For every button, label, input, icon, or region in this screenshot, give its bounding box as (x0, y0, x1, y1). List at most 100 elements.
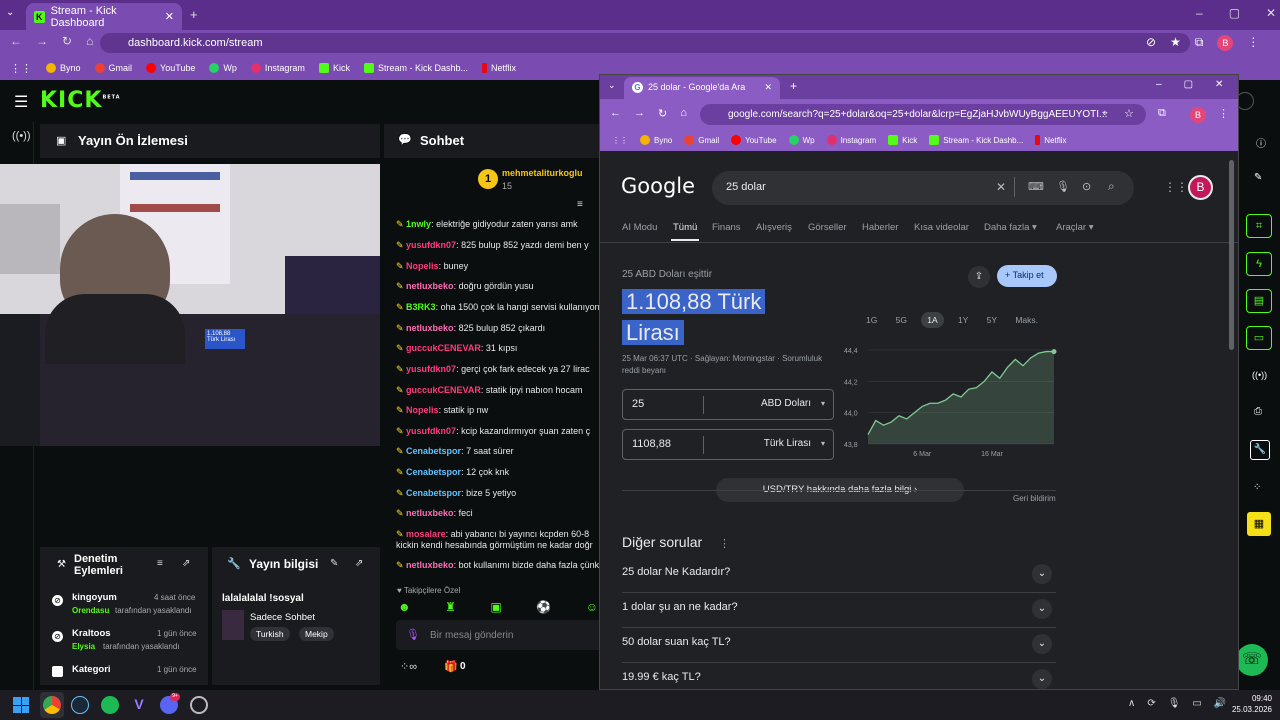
clock[interactable]: 09:40 25.03.2026 (1228, 693, 1272, 715)
tab-shopping[interactable]: Alışveriş (756, 222, 792, 233)
info-icon[interactable]: ⓘ (1256, 135, 1266, 150)
close-tab-icon[interactable]: ✕ (764, 82, 772, 93)
chat-username[interactable]: netluxbeko (406, 508, 454, 518)
profile-avatar[interactable]: B (1190, 107, 1206, 123)
clip-icon[interactable]: ⌗ (1246, 214, 1272, 238)
search-input[interactable]: 25 dolar (712, 171, 1134, 205)
vscode-icon[interactable]: V (130, 696, 148, 714)
chat-username[interactable]: netluxbeko (406, 560, 454, 570)
popout-icon[interactable]: ⇗ (355, 558, 363, 569)
tab-short-videos[interactable]: Kısa videolar (914, 222, 969, 233)
range-1m[interactable]: 1A (921, 312, 944, 328)
broadcast-icon[interactable]: ((•)) (1252, 370, 1267, 380)
tab-finance[interactable]: Finans (712, 222, 741, 233)
bookmark-gmail[interactable]: Gmail (94, 63, 132, 73)
maximize-icon[interactable]: ▢ (1184, 79, 1193, 90)
steam-icon[interactable] (71, 696, 89, 714)
reload-icon[interactable]: ↻ (62, 34, 72, 48)
to-currency-select[interactable]: Türk Lirası (764, 438, 811, 449)
chat-message[interactable]: ✎ netluxbeko: doğru gördün yusu (396, 281, 600, 292)
network-icon[interactable]: ▭ (1192, 698, 1201, 709)
question-row[interactable]: 1 dolar şu an ne kadar? ⌄ (622, 593, 1056, 628)
range-max[interactable]: Maks. (1011, 312, 1042, 328)
close-window-icon[interactable]: ✕ (1266, 6, 1276, 20)
keyboard-icon[interactable]: ⌨ (1028, 180, 1044, 193)
chat-username[interactable]: guccukCENEVAR (406, 343, 481, 353)
currency-chart[interactable]: 44,4 44,2 44,0 43,8 6 Mar 16 Mar (840, 340, 1060, 460)
bookmark-instagram[interactable]: Instagram (250, 63, 305, 73)
question-row[interactable]: 50 dolar suan kaç TL? ⌄ (622, 628, 1056, 663)
bookmark-stream[interactable]: Stream - Kick Dashb... (929, 135, 1023, 145)
chat-message[interactable]: ✎ yusufdkn07: kcip kazandırmıyor şuan za… (396, 426, 600, 437)
menu-dots-icon[interactable]: ⋮ (1218, 107, 1229, 120)
tab-list-button[interactable]: ⌄ (608, 80, 616, 91)
google-logo[interactable]: Google (621, 174, 695, 198)
chat-username[interactable]: yusufdkn07 (406, 240, 456, 250)
chat-username[interactable]: B3RK3 (406, 302, 436, 312)
close-tab-icon[interactable]: ✕ (165, 10, 174, 23)
mic-icon[interactable]: 🎙 (1056, 180, 1070, 193)
edit-icon[interactable]: ✎ (330, 558, 338, 569)
tray-chevron-icon[interactable]: ∧ (1128, 698, 1135, 709)
chat-message[interactable]: ✎ netluxbeko: bot kullanımı bizde daha f… (396, 560, 600, 571)
feedback-link[interactable]: Geri bildirim (1013, 494, 1056, 503)
bookmark-netflix[interactable]: Netflix (1035, 135, 1067, 145)
category-name[interactable]: Sadece Sohbet (250, 612, 315, 623)
chat-username[interactable]: netluxbeko (406, 323, 454, 333)
chat-username[interactable]: netluxbeko (406, 281, 454, 291)
chat-message[interactable]: kickin kendi hesabında görmüştüm ne kada… (396, 540, 600, 550)
reload-icon[interactable]: ↻ (658, 107, 667, 120)
chat-message[interactable]: ✎ Nopelis: statik ip nw (396, 405, 600, 416)
chat-username[interactable]: yusufdkn07 (406, 364, 456, 374)
follow-button[interactable]: + Takip et (997, 265, 1057, 287)
back-icon[interactable]: ← (610, 107, 621, 120)
chat-filter-icon[interactable]: ≡ (577, 199, 583, 210)
bookmark-youtube[interactable]: YouTube (146, 63, 195, 73)
printer-icon[interactable]: ⎙ (1254, 406, 1262, 417)
range-1d[interactable]: 1G (862, 312, 881, 328)
chat-username[interactable]: 1nwly (406, 219, 431, 229)
chat-icon[interactable]: ▭ (1246, 326, 1272, 350)
tab-images[interactable]: Görseller (808, 222, 847, 233)
chat-username[interactable]: mosalare (406, 529, 446, 539)
tab-list-button[interactable]: ⌄ (6, 7, 14, 18)
bookmark-byno[interactable]: Byno (640, 135, 672, 145)
more-options-icon[interactable]: ⋮ (719, 537, 730, 550)
range-1y[interactable]: 1Y (954, 312, 972, 328)
chat-username[interactable]: Cenabetspor (406, 446, 461, 456)
spotify-icon[interactable] (101, 696, 119, 714)
range-5y[interactable]: 5Y (983, 312, 1001, 328)
minimize-icon[interactable]: – (1156, 79, 1162, 90)
extensions-icon[interactable]: ⧉ (1158, 107, 1166, 120)
calendar-icon[interactable]: ▦ (1247, 512, 1271, 536)
bookmark-stream[interactable]: Stream - Kick Dashb... (363, 63, 468, 73)
chat-username[interactable]: Nopelis (406, 405, 439, 415)
emote-icon[interactable]: ☻ (398, 600, 411, 614)
popout-icon[interactable]: ⇗ (182, 558, 190, 569)
bookmark-wp[interactable]: Wp (788, 135, 815, 145)
share-icon[interactable]: ⁘ (1253, 482, 1261, 493)
emote-icon[interactable]: ☺ (586, 600, 598, 614)
windows-start-icon[interactable] (13, 697, 29, 713)
notes-icon[interactable]: ▤ (1246, 289, 1272, 313)
clear-search-icon[interactable]: ✕ (996, 180, 1006, 194)
microphone-icon[interactable]: 🎙 (406, 628, 420, 641)
tab-all[interactable]: Tümü (673, 222, 697, 233)
chat-input[interactable]: 🎙 Bir mesaj gönderin (396, 620, 606, 650)
forward-icon[interactable]: → (634, 107, 645, 120)
range-5d[interactable]: 5G (892, 312, 911, 328)
bookmark-instagram[interactable]: Instagram (826, 135, 876, 145)
google-apps-icon[interactable]: ⋮⋮ (1164, 180, 1188, 194)
from-amount-field[interactable]: 25 ABD Doları ▾ (622, 389, 834, 420)
tab-news[interactable]: Haberler (862, 222, 898, 233)
new-tab-button[interactable]: + (190, 7, 198, 22)
tab-ai-mode[interactable]: AI Modu (622, 222, 657, 233)
search-icon[interactable]: ⌕ (1108, 179, 1115, 194)
chrome-icon[interactable] (43, 696, 61, 714)
question-row[interactable]: 19.99 € kaç TL? ⌄ (622, 663, 1056, 689)
menu-dots-icon[interactable]: ⋮ (1247, 35, 1259, 51)
forward-icon[interactable]: → (36, 34, 48, 48)
chat-message[interactable]: ✎ yusufdkn07: 825 bulup 852 yazdı demi b… (396, 240, 600, 251)
lightning-icon[interactable]: ϟ (1246, 252, 1272, 276)
chat-username[interactable]: Cenabetspor (406, 488, 461, 498)
